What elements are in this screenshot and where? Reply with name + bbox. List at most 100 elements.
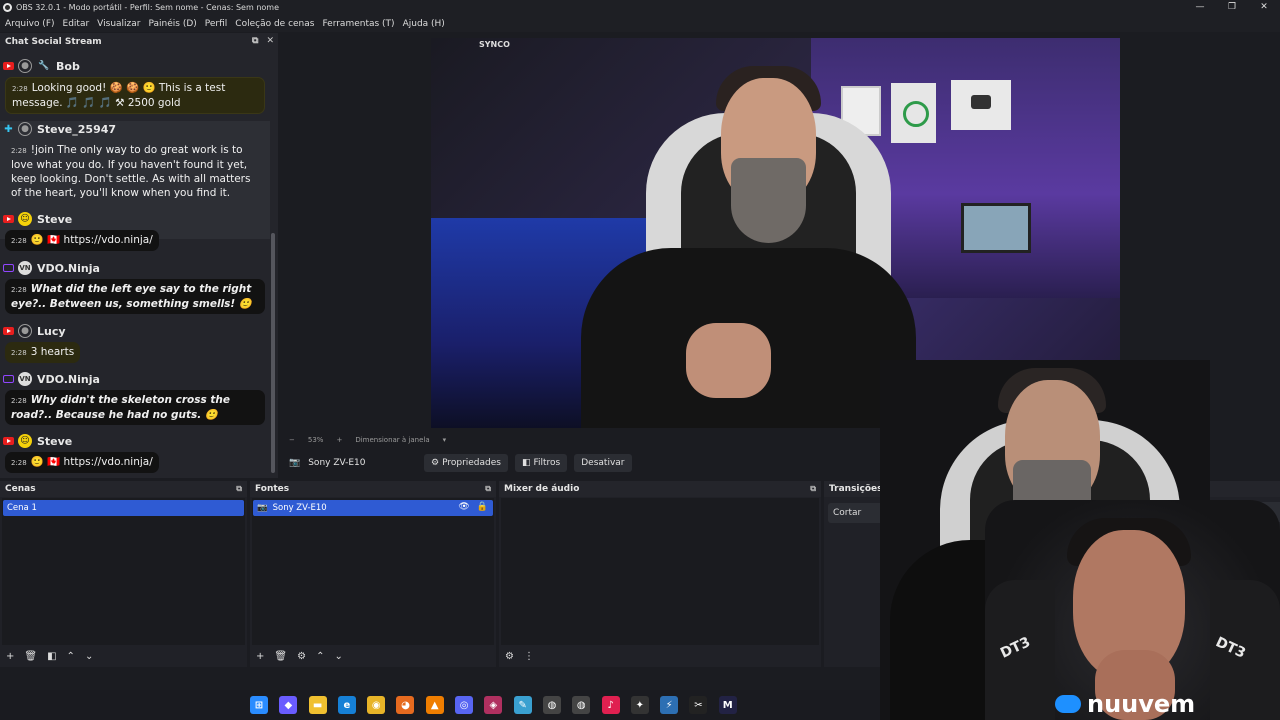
filter-icon[interactable]: ◧ (47, 651, 56, 662)
twitch-icon (3, 375, 14, 383)
capcut-icon[interactable]: ✂ (689, 696, 708, 714)
chat-username: Lucy (37, 324, 66, 338)
file-explorer-icon[interactable]: ▬ (308, 696, 327, 714)
scenes-list: Cena 1 (2, 498, 245, 645)
undock-icon[interactable]: ⧉ (485, 484, 491, 494)
transition-label: Cortar (833, 508, 862, 518)
menu-view[interactable]: Visualizar (97, 19, 140, 29)
audio-mixer-dock: Mixer de áudio ⧉ ⚙ ⋮ (499, 481, 821, 667)
vlc-icon[interactable]: ▲ (425, 696, 444, 714)
taskbar-icons: ⊞ ◆ ▬ e ◉ ◕ ▲ ◎ ◈ ✎ ◍ ◍ ♪ ✦ ⚡ ✂ M (250, 696, 748, 714)
undock-icon[interactable]: ⧉ (252, 36, 258, 46)
move-down-icon[interactable]: ⌄ (85, 651, 93, 662)
menu-tools[interactable]: Ferramentas (T) (322, 19, 394, 29)
lock-icon[interactable]: 🔒 (477, 502, 488, 512)
chat-title: Chat Social Stream (5, 37, 102, 47)
chat-scrollbar[interactable] (271, 233, 275, 473)
source-label: Sony ZV-E10 (272, 503, 327, 513)
wall-frame (891, 83, 936, 143)
chat-time: 2:28 (11, 147, 27, 155)
menu-file[interactable]: Arquivo (F) (5, 19, 55, 29)
avatar-icon: ● (18, 59, 32, 73)
zoom-level: 53% (307, 436, 324, 444)
window-title: OBS 32.0.1 - Modo portátil - Perfil: Sem… (16, 3, 279, 12)
chat-text: 🙂 🇨🇦 https://vdo.ninja/ (30, 456, 153, 468)
properties-label: Propriedades (442, 457, 501, 468)
menu-edit[interactable]: Editar (63, 19, 90, 29)
advanced-audio-icon[interactable]: ⚙ (505, 651, 514, 662)
filters-button[interactable]: ◧ Filtros (514, 453, 568, 472)
minimize-button[interactable]: — (1184, 0, 1216, 15)
move-down-icon[interactable]: ⌄ (334, 651, 342, 662)
chat-time: 2:28 (11, 237, 27, 245)
menu-scene-collection[interactable]: Coleção de cenas (235, 19, 314, 29)
chrome-icon[interactable]: ◉ (367, 696, 386, 714)
gear-icon: ⚙ (431, 457, 440, 468)
copilot-icon[interactable]: ◆ (279, 696, 298, 714)
person-beard (731, 158, 806, 243)
smiley-avatar-icon: ☺ (18, 434, 32, 448)
zoom-out-button[interactable]: − (289, 436, 295, 444)
sources-dock: Fontes ⧉ 📷 Sony ZV-E10 👁 🔒 + 🗑 ⚙ ⌃ ⌄ (250, 481, 496, 667)
add-source-icon[interactable]: + (256, 651, 264, 662)
obs-icon[interactable]: ◍ (542, 696, 561, 714)
app-icon[interactable]: ⚡ (660, 696, 679, 714)
source-item[interactable]: 📷 Sony ZV-E10 👁 🔒 (253, 500, 493, 516)
edge-icon[interactable]: e (337, 696, 356, 714)
tiktok-icon[interactable]: ♪ (601, 696, 620, 714)
firefox-icon[interactable]: ◕ (396, 696, 415, 714)
resolve-icon[interactable]: ✦ (630, 696, 649, 714)
chat-dock-title: Chat Social Stream ⧉ ✕ (0, 33, 278, 51)
chat-bubble: 2:28 🙂 🇨🇦 https://vdo.ninja/ (5, 452, 159, 473)
source-item-controls: 👁 🔒 (451, 502, 488, 512)
close-dock-icon[interactable]: ✕ (266, 36, 274, 46)
properties-button[interactable]: ⚙ Propriedades (424, 453, 508, 472)
scene-item[interactable]: Cena 1 (3, 500, 244, 516)
mixer-title: Mixer de áudio (504, 484, 580, 494)
vdo-ninja-avatar-icon: VN (18, 372, 32, 386)
chat-message: VN VDO.Ninja 2:28 Why didn't the skeleton … (0, 371, 270, 425)
menu-help[interactable]: Ajuda (H) (403, 19, 445, 29)
obs-icon[interactable]: ◍ (572, 696, 591, 714)
camera-icon: 📷 (257, 503, 268, 513)
discord-icon[interactable]: ◎ (455, 696, 474, 714)
menu-docks[interactable]: Painéis (D) (148, 19, 196, 29)
remove-source-icon[interactable]: 🗑 (274, 651, 287, 662)
scenes-toolbar: + 🗑 ◧ ⌃ ⌄ (0, 645, 247, 667)
obs-logo-icon (3, 3, 12, 12)
remove-scene-icon[interactable]: 🗑 (24, 651, 37, 662)
close-button[interactable]: ✕ (1248, 0, 1280, 15)
youtube-icon (3, 62, 14, 70)
scale-dropdown-icon[interactable]: ▾ (443, 436, 447, 444)
chat-message: ● 🔧 Bob 2:28 Looking good! 🍪 🍪 🙂 This is a … (0, 58, 270, 114)
chat-username: VDO.Ninja (37, 261, 100, 275)
app-icon[interactable]: ◈ (484, 696, 503, 714)
move-up-icon[interactable]: ⌃ (316, 651, 324, 662)
youtube-plaque (951, 80, 1011, 130)
chat-dock-controls: ⧉ ✕ (244, 36, 274, 46)
windows-start-icon[interactable]: ⊞ (250, 696, 268, 714)
undock-icon[interactable]: ⧉ (810, 484, 816, 494)
undock-icon[interactable]: ⧉ (236, 484, 242, 494)
chat-username: Bob (56, 59, 80, 73)
app-icon[interactable]: M (718, 696, 737, 714)
zoom-in-button[interactable]: + (336, 436, 342, 444)
avatar-icon: ● (18, 324, 32, 338)
maximize-button[interactable]: ❐ (1216, 0, 1248, 15)
wrench-icon: 🔧 (38, 61, 50, 71)
move-up-icon[interactable]: ⌃ (67, 651, 75, 662)
avatar-icon: ● (18, 122, 32, 136)
camera-brand-label: SYNCO (479, 40, 510, 49)
scale-mode[interactable]: Dimensionar à janela (355, 436, 429, 444)
mixer-dock-header: Mixer de áudio ⧉ (499, 481, 821, 497)
add-scene-icon[interactable]: + (6, 651, 14, 662)
more-options-icon[interactable]: ⋮ (524, 651, 534, 662)
visibility-eye-icon[interactable]: 👁 (458, 502, 469, 512)
twitch-icon (3, 264, 14, 272)
chat-text: 🙂 🇨🇦 https://vdo.ninja/ (30, 234, 153, 246)
deactivate-button[interactable]: Desativar (574, 453, 632, 472)
vdo-ninja-avatar-icon: VN (18, 261, 32, 275)
gear-icon[interactable]: ⚙ (297, 651, 306, 662)
menu-profile[interactable]: Perfil (205, 19, 228, 29)
app-icon[interactable]: ✎ (513, 696, 532, 714)
